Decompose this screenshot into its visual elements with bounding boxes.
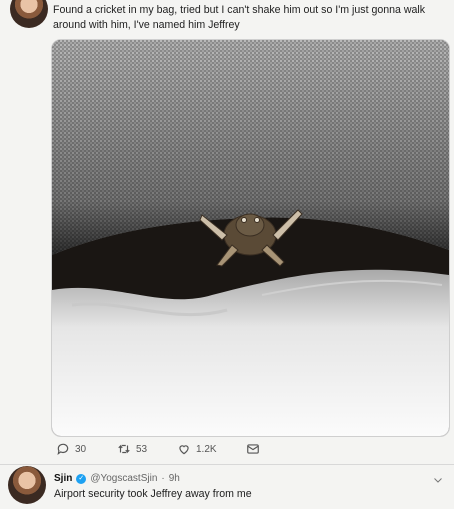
envelope-icon <box>247 444 259 454</box>
verified-badge-icon: ✓ <box>76 473 87 484</box>
retweet-button[interactable]: 53 <box>117 442 147 456</box>
retweet-icon <box>118 444 130 454</box>
reply-text: Airport security took Jeffrey away from … <box>54 488 252 500</box>
reply-header: Sjin ✓ @YogscastSjin · 9h <box>54 473 180 484</box>
like-button[interactable]: 1.2K <box>177 442 217 456</box>
separator-dot: · <box>161 473 165 484</box>
tweet-text: Found a cricket in my bag, tried but I c… <box>53 4 426 31</box>
like-count: 1.2K <box>196 443 217 455</box>
reply-avatar[interactable] <box>8 466 46 504</box>
reply-time[interactable]: 9h <box>169 473 180 484</box>
divider <box>0 464 454 465</box>
author-avatar[interactable] <box>10 0 48 28</box>
reply-author-handle[interactable]: @YogscastSjin <box>90 473 157 484</box>
heart-icon <box>179 445 189 455</box>
retweet-count: 53 <box>136 443 148 455</box>
tweet-photo[interactable] <box>51 39 450 437</box>
reply-count: 30 <box>75 443 87 455</box>
direct-message-button[interactable] <box>246 442 260 456</box>
reply-button[interactable]: 30 <box>56 442 86 456</box>
reply-icon <box>57 443 69 456</box>
reply-author-name[interactable]: Sjin <box>54 473 72 484</box>
cricket-in-bag-image <box>52 40 449 436</box>
chevron-down-icon[interactable] <box>432 474 444 486</box>
